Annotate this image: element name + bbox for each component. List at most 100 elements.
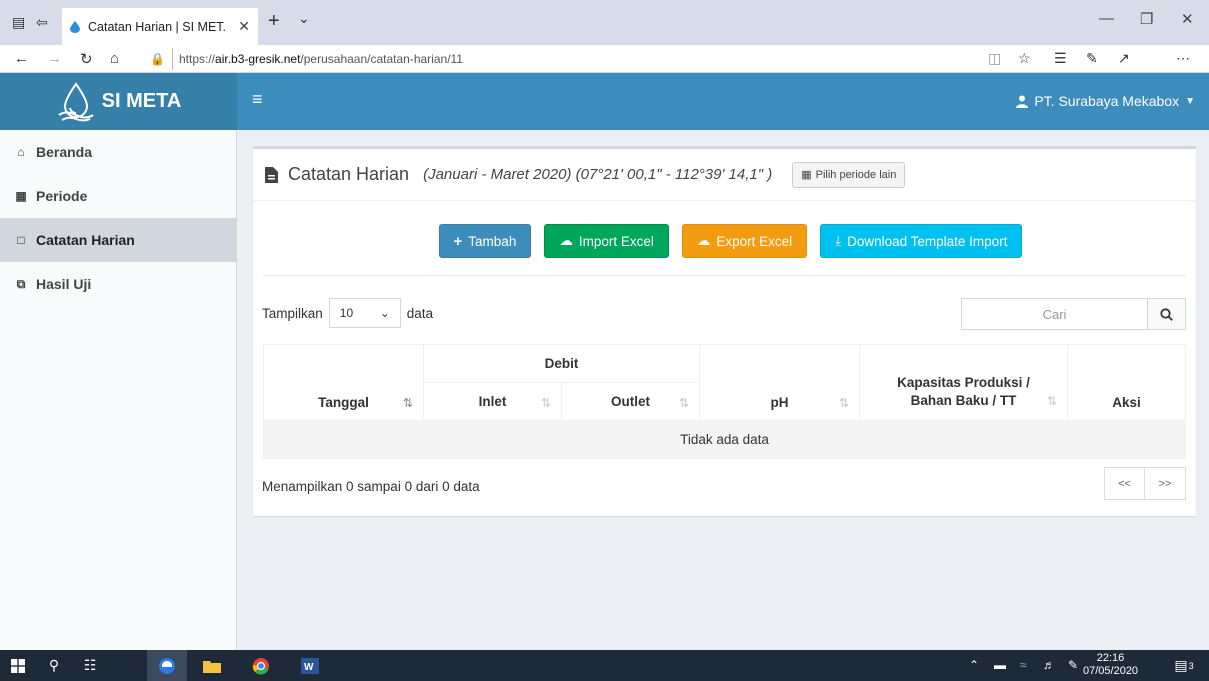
restore-icon[interactable]: ❐ <box>1140 10 1153 28</box>
clock-date: 07/05/2020 <box>1083 665 1139 677</box>
col-outlet-label: Outlet <box>611 394 650 409</box>
more-icon[interactable]: ⋯ <box>1176 50 1190 67</box>
water-drop-icon <box>70 20 80 33</box>
lock-icon: 🔒 <box>150 52 165 66</box>
home-icon: ⌂ <box>17 145 25 159</box>
download-template-button[interactable]: ⤓ Download Template Import <box>820 224 1023 258</box>
sort-icon: ⇅ <box>1046 394 1057 408</box>
cloud-upload-icon: ☁ <box>559 233 573 248</box>
col-tanggal[interactable]: Tanggal ⇅ <box>263 344 424 421</box>
prev-page-button[interactable]: << <box>1104 467 1145 500</box>
battery-icon[interactable]: ▬ <box>994 658 1006 672</box>
tab-preview-icon[interactable]: ▤ <box>12 14 25 31</box>
sidebar-item-beranda[interactable]: ⌂ Beranda <box>0 130 236 174</box>
search-button[interactable] <box>1148 298 1186 330</box>
url-host: air.b3-gresik.net <box>215 52 301 66</box>
sidebar-item-label: Catatan Harian <box>36 232 135 248</box>
content-box: Catatan Harian (Januari - Maret 2020) (0… <box>253 146 1196 516</box>
document-icon: □ <box>17 233 25 247</box>
length-suffix: data <box>406 305 434 321</box>
url-prefix: https:// <box>179 52 216 66</box>
chrome-logo-icon <box>252 657 269 675</box>
hamburger-menu-icon[interactable]: ≡ <box>252 89 263 110</box>
svg-text:W: W <box>304 662 314 673</box>
sidebar-item-hasil-uji[interactable]: ⧉ Hasil Uji <box>0 262 236 306</box>
divider <box>263 275 1186 276</box>
sidebar-item-periode[interactable]: ▦ Periode <box>0 174 236 218</box>
windows-logo-icon <box>11 658 25 673</box>
download-template-label: Download Template Import <box>847 233 1008 249</box>
browser-tab-bar: ▤ ⇦ Catatan Harian | SI MET. ✕ + ⌄ — ❐ ✕ <box>0 0 1209 45</box>
notification-center-icon[interactable]: ▤ 3 <box>1166 650 1202 681</box>
set-tabs-aside-icon[interactable]: ⇦ <box>36 14 48 31</box>
back-icon[interactable]: ← <box>14 50 29 67</box>
page-length-value: 10 <box>339 306 354 320</box>
taskbar: ⚲ ☷ W ⌃ ▬ ≈ ♬ ✎ 22:16 07/05/2020 ▤ 3 <box>0 650 1209 681</box>
col-group-debit-label: Debit <box>544 356 579 371</box>
close-window-icon[interactable]: ✕ <box>1181 10 1194 28</box>
export-excel-button[interactable]: ☁ Export Excel <box>681 224 808 258</box>
share-icon[interactable]: ↗ <box>1118 50 1130 67</box>
col-outlet[interactable]: Outlet ⇅ <box>561 382 700 421</box>
system-clock[interactable]: 22:16 07/05/2020 <box>1083 652 1138 678</box>
start-button[interactable] <box>0 650 36 681</box>
search-icon <box>1160 307 1173 321</box>
page-length-select[interactable]: 10 ⌄ <box>328 298 401 328</box>
import-excel-button[interactable]: ☁ Import Excel <box>544 224 669 258</box>
search-input[interactable]: Cari <box>961 298 1148 330</box>
browser-tab[interactable]: Catatan Harian | SI MET. ✕ <box>62 8 258 45</box>
wifi-icon[interactable]: ≈ <box>1020 658 1027 672</box>
next-page-button[interactable]: >> <box>1145 467 1186 500</box>
brand-name: SI META <box>101 90 182 112</box>
app-header: SI META ≡ PT. Surabaya Mekabox ▼ <box>0 73 1209 130</box>
tab-title: Catatan Harian | SI MET. <box>88 19 227 34</box>
notification-count: 3 <box>1188 660 1194 671</box>
volume-icon[interactable]: ♬ <box>1043 658 1055 672</box>
reading-view-icon[interactable]: ◫ <box>988 50 1001 67</box>
show-hidden-icons-icon[interactable]: ⌃ <box>969 658 979 672</box>
refresh-icon[interactable]: ↻ <box>80 50 93 68</box>
favorite-star-icon[interactable]: ☆ <box>1018 50 1031 67</box>
brand-logo[interactable]: SI META <box>0 73 237 130</box>
table-row-empty: Tidak ada data <box>263 420 1186 459</box>
edge-logo-icon <box>159 657 175 674</box>
page-subtitle: (Januari - Maret 2020) (07°21' 00,1" - 1… <box>423 166 773 183</box>
task-view-icon[interactable]: ☷ <box>72 650 108 681</box>
col-inlet[interactable]: Inlet ⇅ <box>423 382 562 421</box>
sidebar-item-catatan-harian[interactable]: □ Catatan Harian <box>0 218 236 262</box>
col-inlet-label: Inlet <box>478 394 507 409</box>
chevron-down-icon[interactable]: ⌄ <box>298 10 310 27</box>
edge-app-icon[interactable] <box>147 650 187 681</box>
url-field[interactable]: https://air.b3-gresik.net/perusahaan/cat… <box>172 48 1016 70</box>
col-ph-label: pH <box>770 395 789 410</box>
word-app-icon[interactable]: W <box>290 650 330 681</box>
forward-icon[interactable]: → <box>47 50 62 67</box>
length-prefix: Tampilkan <box>262 305 323 321</box>
chrome-app-icon[interactable] <box>241 650 281 681</box>
minimize-icon[interactable]: — <box>1099 10 1114 27</box>
close-tab-icon[interactable]: ✕ <box>232 18 250 35</box>
word-logo-icon: W <box>301 657 319 674</box>
caret-down-icon: ▼ <box>1185 95 1195 107</box>
favorites-list-icon[interactable]: ☰ <box>1054 50 1067 67</box>
search-icon[interactable]: ⚲ <box>36 650 72 681</box>
home-icon[interactable]: ⌂ <box>110 50 119 67</box>
col-kapasitas[interactable]: Kapasitas Produksi / Bahan Baku / TT ⇅ <box>859 344 1068 421</box>
data-table: Tanggal ⇅ Debit pH ⇅ Kapasitas Produksi … <box>263 344 1186 459</box>
user-icon <box>1016 95 1029 108</box>
cloud-download-icon: ☁ <box>696 233 711 248</box>
sidebar: ⌂ Beranda ▦ Periode □ Catatan Harian ⧉ H… <box>0 130 237 650</box>
pen-workspace-icon[interactable]: ✎ <box>1068 658 1078 672</box>
document-icon <box>265 166 278 183</box>
choose-period-button[interactable]: ▦ Pilih periode lain <box>792 161 906 188</box>
folder-icon <box>203 660 221 673</box>
sort-icon: ⇅ <box>838 396 849 410</box>
add-button[interactable]: + Tambah <box>438 224 532 258</box>
col-ph[interactable]: pH ⇅ <box>699 344 860 421</box>
user-menu[interactable]: PT. Surabaya Mekabox ▼ <box>1016 93 1195 109</box>
file-explorer-icon[interactable] <box>194 650 230 681</box>
new-tab-icon[interactable]: + <box>268 10 280 33</box>
pen-icon[interactable]: ✎ <box>1086 50 1098 67</box>
col-aksi-label: Aksi <box>1112 395 1141 410</box>
plus-icon: + <box>453 232 463 250</box>
